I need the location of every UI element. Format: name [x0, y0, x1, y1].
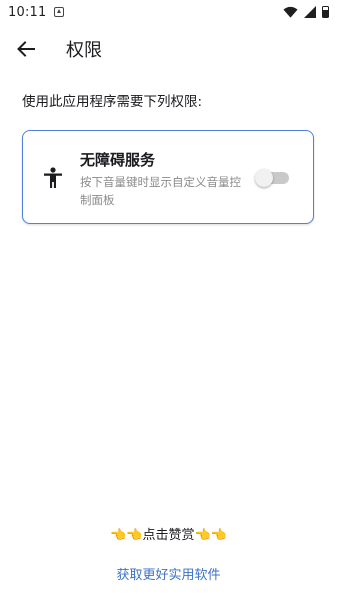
pointing-hands-left: 👈👈 — [110, 528, 143, 543]
notification-icon — [54, 7, 65, 17]
more-apps-link[interactable]: 获取更好实用软件 — [0, 564, 337, 583]
pointing-hands-right: 👈👈 — [194, 528, 227, 543]
back-button[interactable] — [6, 29, 46, 69]
permission-title: 无障碍服务 — [80, 151, 156, 169]
accessibility-permission-card[interactable]: 无障碍服务 按下音量键时显示自定义音量控制面板 — [22, 130, 314, 224]
battery-icon — [322, 6, 329, 18]
back-arrow-icon — [17, 41, 35, 57]
page-title: 权限 — [66, 40, 102, 61]
status-bar: 10:11 — [0, 0, 337, 24]
wifi-icon — [283, 6, 298, 18]
accessibility-toggle-switch[interactable] — [255, 169, 289, 187]
app-bar: 权限 — [0, 26, 337, 72]
toggle-thumb — [255, 169, 273, 187]
status-time: 10:11 — [8, 4, 47, 20]
praise-button[interactable]: 👈👈点击赞赏👈👈 — [0, 524, 337, 543]
praise-label: 点击赞赏 — [142, 528, 195, 543]
signal-icon — [304, 6, 316, 18]
accessibility-icon — [44, 167, 62, 188]
permissions-intro: 使用此应用程序需要下列权限: — [22, 94, 203, 110]
permission-description: 按下音量键时显示自定义音量控制面板 — [80, 175, 241, 207]
status-icons — [283, 6, 329, 18]
